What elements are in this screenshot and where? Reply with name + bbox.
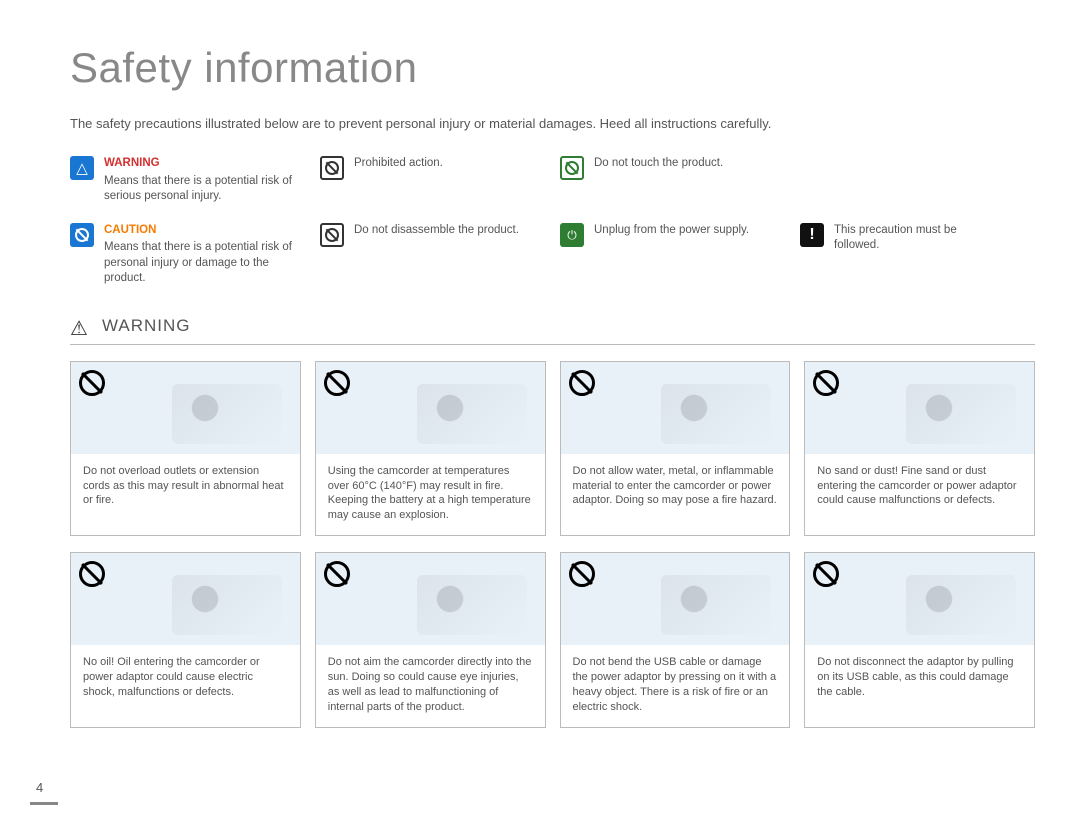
card-text: Using the camcorder at temperatures over… xyxy=(316,454,545,535)
card-illustration xyxy=(805,553,1034,645)
legend-caution-text: Means that there is a potential risk of … xyxy=(104,241,292,284)
prohibit-icon xyxy=(569,561,595,587)
warning-section-icon: ⚠ xyxy=(70,316,92,336)
sketch-icon xyxy=(172,575,282,635)
card-illustration xyxy=(561,362,790,454)
no-touch-icon xyxy=(560,156,584,180)
sketch-icon xyxy=(417,575,527,635)
warning-card: Do not allow water, metal, or inflammabl… xyxy=(560,361,791,536)
prohibit-icon xyxy=(324,370,350,396)
card-illustration xyxy=(316,553,545,645)
must-follow-icon: ! xyxy=(800,223,824,247)
card-illustration xyxy=(71,362,300,454)
warning-card: No oil! Oil entering the camcorder or po… xyxy=(70,552,301,727)
legend-warning-title: WARNING xyxy=(104,156,310,172)
card-text: Do not bend the USB cable or damage the … xyxy=(561,645,790,726)
card-text: Do not overload outlets or extension cor… xyxy=(71,454,300,532)
page-title: Safety information xyxy=(70,40,1035,97)
legend-no-touch: Do not touch the product. xyxy=(560,156,790,205)
warning-triangle-icon: △ xyxy=(70,156,94,180)
legend-unplug-text: Unplug from the power supply. xyxy=(594,223,790,239)
legend-prohibited: Prohibited action. xyxy=(320,156,550,205)
legend-must-follow: ! This precaution must be followed. xyxy=(800,223,1000,287)
legend-prohibited-text: Prohibited action. xyxy=(354,156,550,172)
warning-section-label: WARNING xyxy=(102,315,191,338)
sketch-icon xyxy=(417,384,527,444)
card-illustration xyxy=(71,553,300,645)
prohibit-icon xyxy=(813,370,839,396)
prohibit-icon xyxy=(324,561,350,587)
card-text: Do not disconnect the adaptor by pulling… xyxy=(805,645,1034,723)
warning-card: Do not disconnect the adaptor by pulling… xyxy=(804,552,1035,727)
warning-card: Using the camcorder at temperatures over… xyxy=(315,361,546,536)
legend-must-follow-text: This precaution must be followed. xyxy=(834,223,1000,254)
prohibited-icon xyxy=(320,156,344,180)
prohibit-icon xyxy=(569,370,595,396)
warning-card: No sand or dust! Fine sand or dust enter… xyxy=(804,361,1035,536)
card-text: No oil! Oil entering the camcorder or po… xyxy=(71,645,300,723)
legend-caution: CAUTION Means that there is a potential … xyxy=(70,223,310,287)
card-illustration xyxy=(805,362,1034,454)
sketch-icon xyxy=(906,575,1016,635)
sketch-icon xyxy=(172,384,282,444)
legend-warning-text: Means that there is a potential risk of … xyxy=(104,175,292,203)
page-number: 4 xyxy=(36,779,43,797)
legend-warning: △ WARNING Means that there is a potentia… xyxy=(70,156,310,205)
legend-unplug: ⏻ Unplug from the power supply. xyxy=(560,223,790,287)
edge-bar-decoration xyxy=(30,802,58,805)
intro-text: The safety precautions illustrated below… xyxy=(70,115,1035,133)
prohibit-icon xyxy=(79,370,105,396)
legend-caution-title: CAUTION xyxy=(104,223,310,239)
legend-no-touch-text: Do not touch the product. xyxy=(594,156,790,172)
warning-section-header: ⚠ WARNING xyxy=(70,315,1035,345)
card-text: No sand or dust! Fine sand or dust enter… xyxy=(805,454,1034,532)
card-text: Do not allow water, metal, or inflammabl… xyxy=(561,454,790,532)
card-text: Do not aim the camcorder directly into t… xyxy=(316,645,545,726)
card-illustration xyxy=(561,553,790,645)
sketch-icon xyxy=(661,384,771,444)
warning-card: Do not bend the USB cable or damage the … xyxy=(560,552,791,727)
sketch-icon xyxy=(661,575,771,635)
caution-circle-icon xyxy=(70,223,94,247)
legend-disassemble-text: Do not disassemble the product. xyxy=(354,223,550,239)
legend-disassemble: Do not disassemble the product. xyxy=(320,223,550,287)
unplug-icon: ⏻ xyxy=(560,223,584,247)
prohibit-icon xyxy=(813,561,839,587)
warning-card: Do not aim the camcorder directly into t… xyxy=(315,552,546,727)
warning-cards-row-1: Do not overload outlets or extension cor… xyxy=(70,361,1035,536)
sketch-icon xyxy=(906,384,1016,444)
warning-cards-row-2: No oil! Oil entering the camcorder or po… xyxy=(70,552,1035,727)
legend-grid: △ WARNING Means that there is a potentia… xyxy=(70,156,1035,287)
no-disassemble-icon xyxy=(320,223,344,247)
prohibit-icon xyxy=(79,561,105,587)
warning-card: Do not overload outlets or extension cor… xyxy=(70,361,301,536)
card-illustration xyxy=(316,362,545,454)
